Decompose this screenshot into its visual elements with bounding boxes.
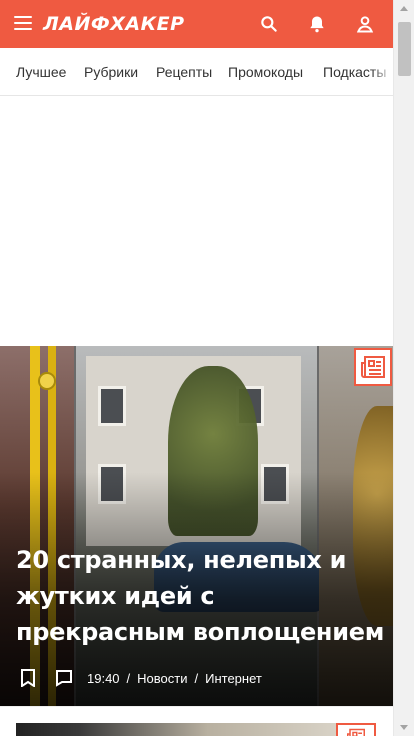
nav-item-best[interactable]: Лучшее	[16, 64, 66, 80]
scrollbar-thumb[interactable]	[398, 22, 411, 76]
image-overlay	[0, 346, 393, 706]
site-logo[interactable]: ЛАЙФХАКЕР	[43, 12, 185, 36]
hamburger-menu-icon[interactable]	[14, 16, 32, 30]
article-icon	[354, 348, 392, 386]
nav-item-promocodes[interactable]: Промокоды	[228, 64, 303, 80]
meta-separator: /	[126, 670, 131, 686]
scroll-up-icon[interactable]	[400, 6, 408, 11]
article-category[interactable]: Новости	[137, 671, 187, 686]
page: ЛАЙФХАКЕР Лучшее Рубрики Рецепты Промоко…	[0, 0, 393, 736]
top-bar: ЛАЙФХАКЕР	[0, 0, 393, 48]
article-icon	[336, 723, 376, 736]
next-article-image	[16, 723, 336, 736]
page-scrollbar[interactable]	[393, 0, 414, 736]
article-time: 19:40	[87, 670, 120, 686]
bookmark-icon[interactable]	[16, 666, 40, 690]
user-icon[interactable]	[353, 12, 377, 36]
category-nav: Лучшее Рубрики Рецепты Промокоды Подкаст…	[0, 48, 393, 96]
article-tag[interactable]: Интернет	[205, 671, 262, 686]
nav-fade	[371, 48, 393, 95]
nav-item-recipes[interactable]: Рецепты	[156, 64, 212, 80]
search-icon[interactable]	[257, 12, 281, 36]
featured-article[interactable]: 20 странных, нелепых и жутких идей с пре…	[0, 346, 393, 706]
comment-icon[interactable]	[52, 666, 76, 690]
meta-separator: /	[194, 670, 199, 686]
nav-item-rubrics[interactable]: Рубрики	[84, 64, 138, 80]
bell-icon[interactable]	[305, 12, 329, 36]
scroll-down-icon[interactable]	[400, 725, 408, 730]
next-article[interactable]	[0, 706, 393, 736]
article-title[interactable]: 20 странных, нелепых и жутких идей с пре…	[16, 542, 386, 650]
article-meta: 19:40 / Новости / Интернет	[16, 666, 262, 690]
